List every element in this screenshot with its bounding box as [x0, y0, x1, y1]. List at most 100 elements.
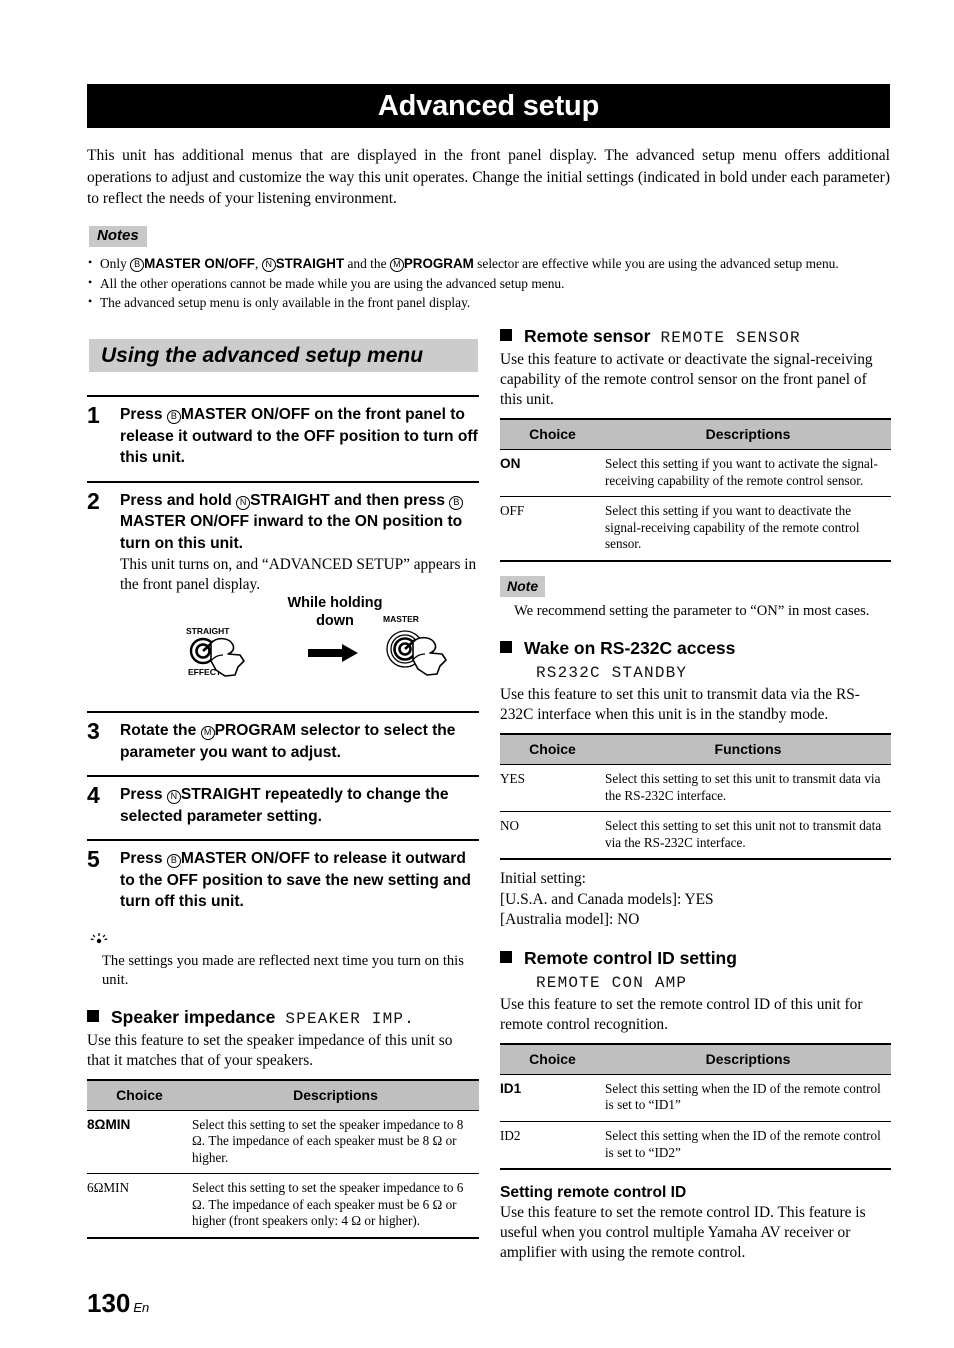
- arrow-icon: [308, 643, 360, 668]
- step-title: Press B MASTER ON/OFF to release it outwa…: [120, 850, 471, 910]
- step-4: 4 Press N STRAIGHT repeatedly to change t…: [87, 775, 479, 839]
- cell-choice: ID1: [500, 1074, 605, 1123]
- intro-paragraph: This unit has additional menus that are …: [87, 147, 890, 207]
- page-title: Advanced setup: [377, 89, 600, 122]
- left-column: 1 Press B MASTER ON/OFF on the front pane…: [87, 395, 479, 1240]
- circled-ref-m: M: [200, 726, 215, 740]
- remote-sensor-name: Remote sensor: [524, 326, 651, 346]
- control-name: STRAIGHT: [180, 786, 261, 803]
- square-bullet-icon: [500, 640, 512, 653]
- page-title-bar: Advanced setup: [87, 84, 890, 128]
- sun-tip-icon: [90, 932, 479, 949]
- column-header-functions: Functions: [605, 732, 891, 765]
- cell-description: Select this setting to set the speaker i…: [192, 1173, 479, 1240]
- control-name: STRAIGHT: [275, 256, 345, 271]
- table-row: ID2 Select this setting when the ID of t…: [500, 1121, 891, 1171]
- speaker-impedance-heading: Speaker impedance SPEAKER IMP.: [87, 1006, 479, 1030]
- straight-effect-button-illustration: STRAIGHT EFFECT: [178, 623, 260, 692]
- column-header-choice: Choice: [500, 1042, 605, 1075]
- note-label: Note: [500, 575, 546, 597]
- page-language-code: En: [133, 1300, 150, 1315]
- circled-ref-b: B: [166, 854, 181, 868]
- remote-control-id-description: Use this feature to set the remote contr…: [500, 995, 863, 1033]
- circled-ref-n: N: [236, 495, 251, 510]
- control-name: MASTER ON/OFF: [120, 513, 250, 530]
- manual-page: Advanced setup This unit has additional …: [0, 0, 954, 1348]
- table-row: ID1 Select this setting when the ID of t…: [500, 1074, 891, 1123]
- notes-label: Notes: [89, 226, 147, 247]
- square-bullet-icon: [500, 329, 512, 341]
- note-item: Only BMASTER ON/OFF, NSTRAIGHT and the M…: [87, 254, 890, 273]
- table-header-row: Choice Functions: [500, 732, 891, 765]
- cell-description: Select this setting if you want to activ…: [605, 449, 891, 498]
- step-number: 1: [87, 402, 100, 428]
- step-5: 5 Press B MASTER ON/OFF to release it out…: [87, 839, 479, 925]
- column-header-choice: Choice: [500, 732, 605, 765]
- straight-label-text: STRAIGHT: [186, 626, 230, 636]
- table-header-row: Choice Descriptions: [87, 1078, 479, 1111]
- column-header-choice: Choice: [87, 1078, 192, 1111]
- control-name: MASTER ON/OFF: [144, 256, 255, 271]
- table-row: YES Select this setting to set this unit…: [500, 764, 891, 813]
- remote-control-id-table: Choice Descriptions ID1 Select this sett…: [500, 1042, 891, 1171]
- circled-ref-m: M: [389, 258, 404, 272]
- table-row: OFF Select this setting if you want to d…: [500, 496, 891, 562]
- step-3: 3 Rotate the M PROGRAM selector to select…: [87, 711, 479, 775]
- remote-control-id-code: REMOTE CON AMP: [536, 973, 688, 992]
- circled-ref-n: N: [166, 790, 181, 804]
- table-row: NO Select this setting to set this unit …: [500, 811, 891, 861]
- page-number: 130: [87, 1288, 131, 1318]
- table-row: 8ΩMIN Select this setting to set the spe…: [87, 1110, 479, 1175]
- wake-rs232c-table: Choice Functions YES Select this setting…: [500, 732, 891, 861]
- square-bullet-icon: [500, 950, 512, 963]
- remote-sensor-description: Use this feature to activate or deactiva…: [500, 351, 873, 408]
- circled-ref-n: N: [261, 258, 276, 272]
- cell-choice: NO: [500, 811, 605, 861]
- column-header-descriptions: Descriptions: [605, 418, 891, 450]
- cell-choice: 6ΩMIN: [87, 1173, 192, 1240]
- remote-sensor-code: REMOTE SENSOR: [660, 329, 801, 347]
- button-combo-figure: While holding down STRAIGHT EFFECT MASTE…: [120, 595, 479, 699]
- control-name: MASTER ON/OFF: [180, 406, 310, 423]
- master-svg: MASTER: [383, 614, 447, 676]
- table-row: ON Select this setting if you want to ac…: [500, 449, 891, 498]
- wake-rs232c-heading: Wake on RS-232C access RS232C STANDBY: [500, 637, 891, 684]
- cell-description: Select this setting when the ID of the r…: [605, 1121, 891, 1171]
- initial-setting-line: [U.S.A. and Canada models]: YES: [500, 890, 714, 908]
- step-2: 2 Press and hold N STRAIGHT and then pres…: [87, 480, 479, 712]
- remote-sensor-table: Choice Descriptions ON Select this setti…: [500, 418, 891, 562]
- step-subtext: This unit turns on, and “ADVANCED SETUP”…: [120, 556, 477, 593]
- speaker-impedance-name: Speaker impedance: [111, 1006, 276, 1027]
- step-title: Press B MASTER ON/OFF on the front panel …: [120, 406, 478, 466]
- speaker-impedance-description: Use this feature to set the speaker impe…: [87, 1031, 453, 1069]
- figure-caption-line1: While holding: [287, 595, 383, 611]
- table-header-row: Choice Descriptions: [500, 1042, 891, 1075]
- note-text: We recommend setting the parameter to “O…: [514, 602, 870, 619]
- circled-ref-b: B: [166, 410, 181, 424]
- section-heading-text: Using the advanced setup menu: [101, 343, 424, 367]
- master-button-illustration: MASTER: [375, 611, 459, 692]
- column-header-choice: Choice: [500, 418, 605, 450]
- column-header-descriptions: Descriptions: [192, 1078, 479, 1111]
- control-name: STRAIGHT: [250, 491, 330, 509]
- control-name: MASTER ON/OFF: [180, 850, 310, 867]
- initial-setting-line: [Australia model]: NO: [500, 911, 640, 929]
- remote-sensor-heading: Remote sensor REMOTE SENSOR: [500, 325, 891, 349]
- wake-rs232c-description: Use this feature to set this unit to tra…: [500, 685, 860, 723]
- cell-description: Select this setting to set the speaker i…: [192, 1110, 479, 1175]
- initial-setting-block: Initial setting: [U.S.A. and Canada mode…: [500, 869, 891, 931]
- control-name: PROGRAM: [214, 722, 297, 739]
- square-bullet-icon: [87, 1009, 99, 1022]
- straight-effect-svg: STRAIGHT EFFECT: [186, 626, 245, 677]
- tip-text: The settings you made are reflected next…: [102, 952, 464, 988]
- wake-rs232c-name: Wake on RS-232C access: [524, 637, 736, 658]
- table-row: 6ΩMIN Select this setting to set the spe…: [87, 1173, 479, 1240]
- speaker-impedance-code: SPEAKER IMP.: [285, 1009, 416, 1028]
- note-item: The advanced setup menu is only availabl…: [87, 293, 890, 312]
- figure-caption-line2: down: [316, 612, 354, 629]
- step-number: 3: [87, 718, 100, 744]
- tip-block: The settings you made are reflected next…: [87, 932, 479, 990]
- cell-description: Select this setting to set this unit to …: [605, 764, 891, 813]
- note-item: All the other operations cannot be made …: [87, 274, 890, 293]
- step-title: Press and hold N STRAIGHT and then press …: [120, 491, 464, 552]
